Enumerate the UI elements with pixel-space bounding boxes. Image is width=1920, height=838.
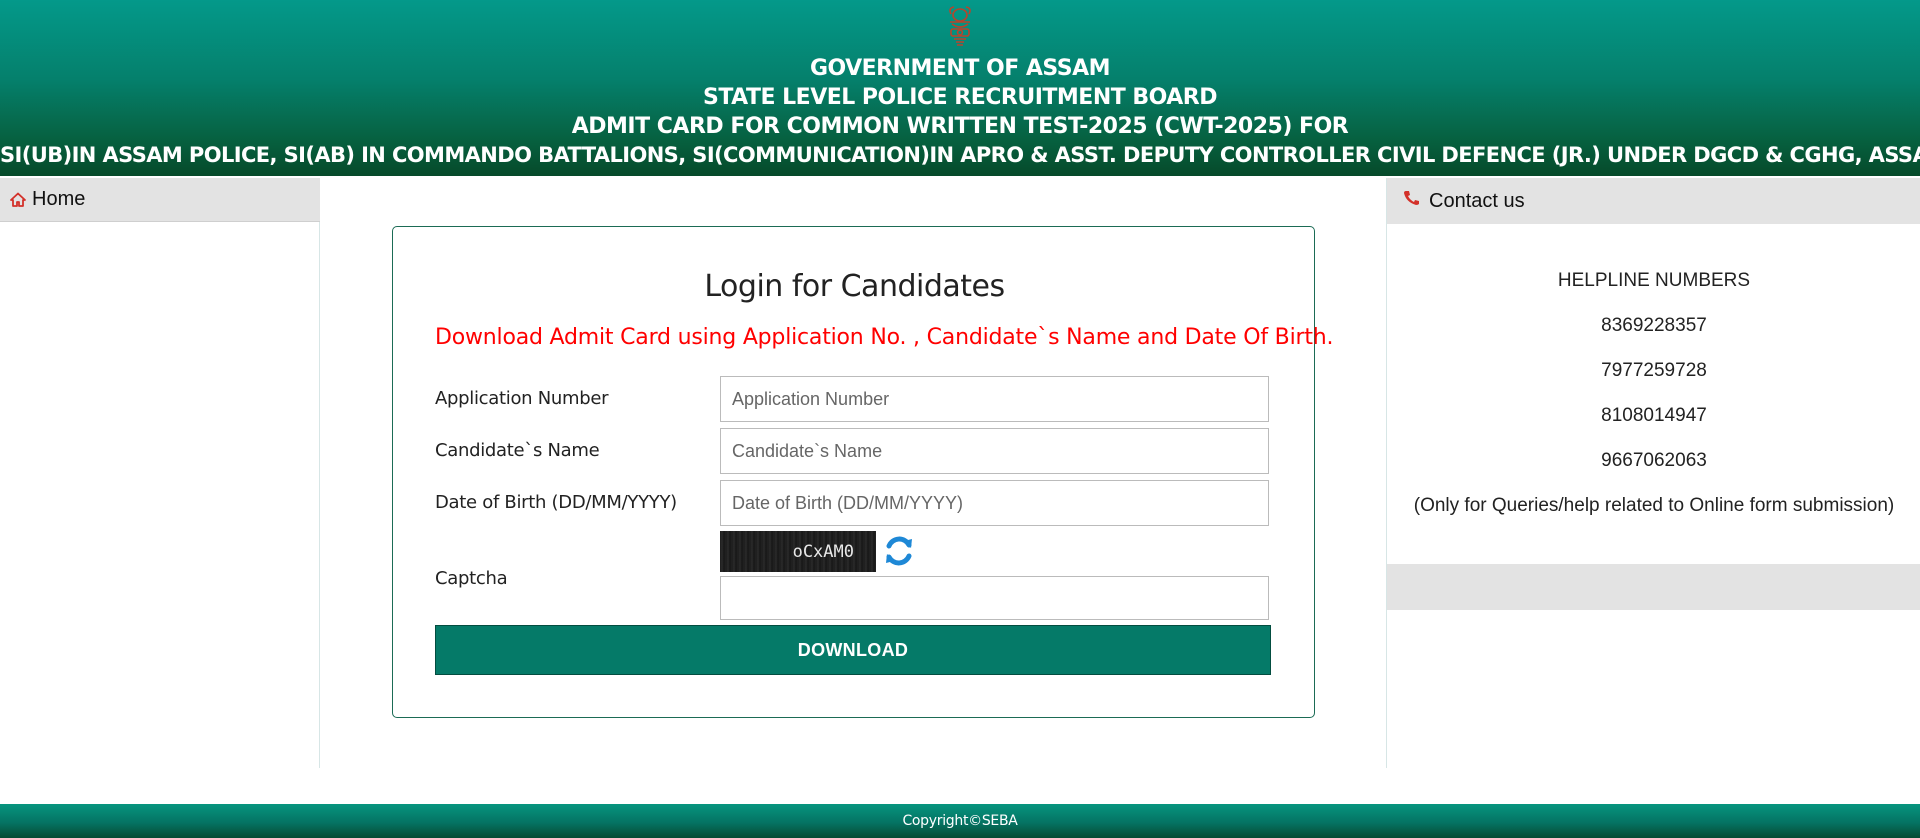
helpline-note: (Only for Queries/help related to Online… xyxy=(1413,495,1895,516)
right-sidebar: Contact us HELPLINE NUMBERS 8369228357 7… xyxy=(1386,178,1920,768)
home-icon xyxy=(10,192,26,207)
header-line-government: GOVERNMENT OF ASSAM xyxy=(809,56,1111,81)
phone-icon xyxy=(1404,191,1419,205)
captcha-input[interactable] xyxy=(720,576,1269,620)
helpline-number: 7977259728 xyxy=(1601,360,1707,381)
home-nav-item[interactable]: Home xyxy=(0,178,320,222)
copyright-text: Copyright©SEBA xyxy=(902,813,1018,829)
application-number-label: Application Number xyxy=(435,388,609,409)
captcha-text: oCxAM0 xyxy=(792,541,854,562)
candidate-name-input[interactable] xyxy=(720,428,1269,474)
home-link[interactable]: Home xyxy=(32,188,85,211)
right-sidebar-bottom-bar xyxy=(1387,564,1920,610)
site-footer: Copyright©SEBA xyxy=(0,804,1920,838)
helpline-number: 8108014947 xyxy=(1601,405,1707,426)
login-instructions: Download Admit Card using Application No… xyxy=(435,325,1334,350)
contact-us-label: Contact us xyxy=(1429,189,1525,212)
header-line-admit-card: ADMIT CARD FOR COMMON WRITTEN TEST-2025 … xyxy=(571,114,1349,139)
contact-us-header: Contact us xyxy=(1387,178,1920,224)
header-line-posts: SI(UB)IN ASSAM POLICE, SI(AB) IN COMMAND… xyxy=(0,143,1920,167)
candidate-name-label: Candidate`s Name xyxy=(435,440,600,461)
helpline-section: HELPLINE NUMBERS 8369228357 7977259728 8… xyxy=(1387,270,1920,540)
login-panel: Login for Candidates Download Admit Card… xyxy=(392,226,1334,718)
download-button[interactable]: DOWNLOAD xyxy=(435,625,1271,675)
header-line-board: STATE LEVEL POLICE RECRUITMENT BOARD xyxy=(702,85,1218,110)
login-title: Login for Candidates xyxy=(704,269,1005,304)
application-number-input[interactable] xyxy=(720,376,1269,422)
refresh-captcha-icon[interactable] xyxy=(882,533,916,569)
dob-label: Date of Birth (DD/MM/YYYY) xyxy=(435,492,677,513)
site-header: GOVERNMENT OF ASSAM STATE LEVEL POLICE R… xyxy=(0,0,1920,176)
captcha-label: Captcha xyxy=(435,568,508,589)
captcha-image: oCxAM0 xyxy=(720,531,876,572)
helpline-number: 9667062063 xyxy=(1601,450,1707,471)
helpline-number: 8369228357 xyxy=(1601,315,1707,336)
helpline-title: HELPLINE NUMBERS xyxy=(1557,270,1751,291)
dob-input[interactable] xyxy=(720,480,1269,526)
national-emblem-icon xyxy=(949,6,971,46)
left-sidebar: Home xyxy=(0,178,320,768)
